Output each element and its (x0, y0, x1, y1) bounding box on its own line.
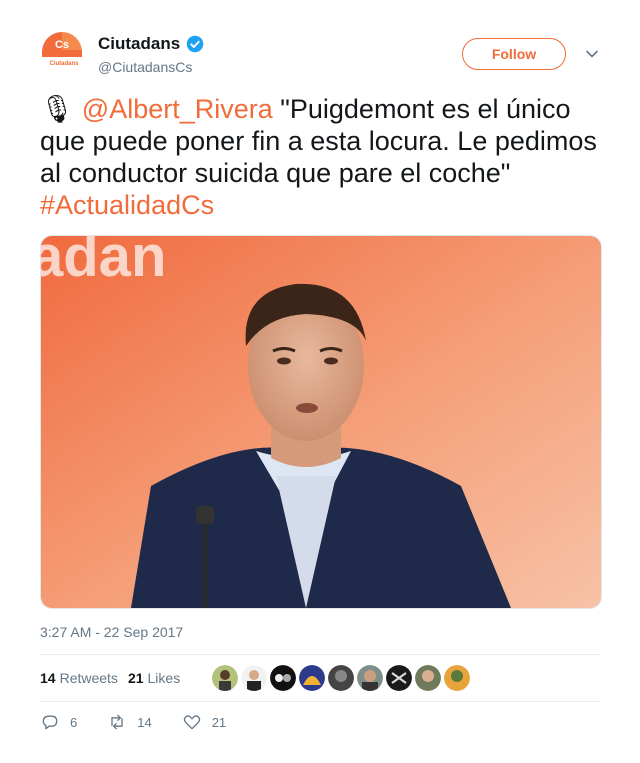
tweet-actions: 6 14 21 (40, 712, 256, 732)
reply-button[interactable]: 6 (40, 712, 77, 732)
tweet-text: 🎙 @Albert_Rivera "Puigdemont es el único… (40, 93, 600, 221)
likers-avatars (212, 665, 471, 691)
hashtag-link[interactable]: #ActualidadCs (40, 190, 214, 220)
tweet-header: Cs Ciutadans Ciutadans @CiutadansCs Foll… (40, 30, 600, 80)
account-name-text[interactable]: Ciutadans (98, 34, 180, 54)
like-button[interactable]: 21 (182, 712, 226, 732)
speaker-photo: adan (41, 236, 601, 608)
likes-stat[interactable]: 21 Likes (128, 670, 180, 686)
retweets-stat-count: 14 (40, 670, 56, 686)
chevron-down-icon[interactable] (584, 46, 600, 62)
tweet-timestamp[interactable]: 3:27 AM - 22 Sep 2017 (40, 624, 183, 640)
likes-stat-count: 21 (127, 670, 144, 686)
liker-avatar[interactable] (212, 665, 239, 691)
tweet-photo[interactable]: adan (40, 235, 602, 609)
reply-icon (42, 715, 58, 730)
liker-avatar[interactable] (328, 665, 355, 691)
tweet-stats: 14 Retweets 21 Likes (40, 654, 600, 702)
ciutadans-logo-icon: Cs Ciutadans (40, 30, 84, 74)
likes-stat-label: Likes (147, 670, 181, 686)
liker-avatar[interactable] (444, 665, 471, 691)
microphone-icon: 🎙 (40, 94, 75, 124)
follow-button[interactable]: Follow (462, 38, 566, 70)
like-count: 21 (211, 714, 227, 730)
retweets-stat-label: Retweets (59, 670, 118, 686)
account-name[interactable]: Ciutadans (98, 34, 204, 54)
verified-badge-icon (186, 35, 204, 53)
svg-text:Ciutadans: Ciutadans (49, 61, 79, 67)
heart-icon (183, 715, 200, 730)
liker-avatar[interactable] (270, 665, 297, 691)
svg-text:Cs: Cs (55, 39, 69, 51)
liker-avatar[interactable] (357, 665, 384, 691)
liker-avatar[interactable] (386, 665, 413, 691)
account-avatar[interactable]: Cs Ciutadans (40, 30, 84, 74)
retweet-button[interactable]: 14 (107, 712, 152, 732)
liker-avatar[interactable] (415, 665, 442, 691)
account-handle[interactable]: @CiutadansCs (98, 59, 192, 75)
reply-count: 6 (70, 714, 78, 730)
svg-text:adan: adan (41, 236, 166, 289)
liker-avatar[interactable] (241, 665, 268, 691)
retweet-icon (111, 714, 123, 730)
mention-link[interactable]: @Albert_Rivera (82, 94, 273, 124)
liker-avatar[interactable] (299, 665, 326, 691)
retweet-count: 14 (137, 714, 152, 730)
retweets-stat[interactable]: 14 Retweets (40, 670, 118, 686)
